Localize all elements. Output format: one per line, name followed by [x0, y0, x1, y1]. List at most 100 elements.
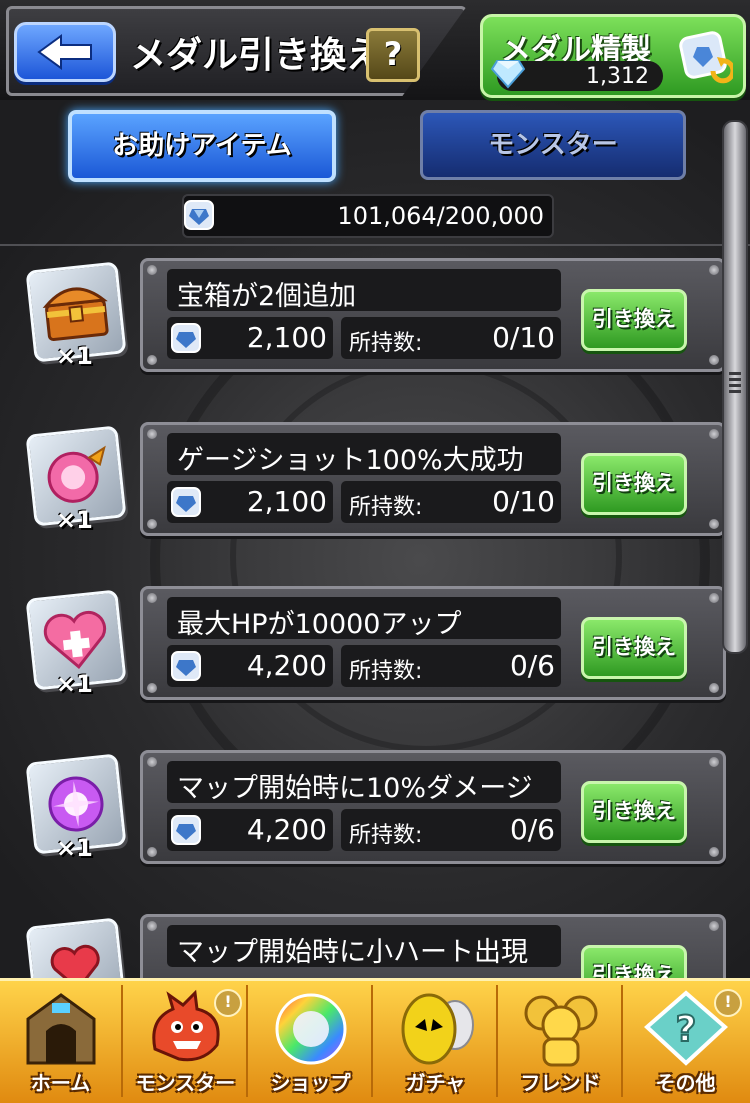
item-cost: 2,100 — [246, 485, 327, 518]
item-name-box: マップ開始時に10%ダメージ — [167, 761, 561, 804]
item-name: 最大HPが10000アップ — [177, 609, 462, 640]
item-owned-box: 所持数: 0/10 — [341, 317, 561, 359]
bottom-nav: ホーム ! モンスター ショップ ガチャ フレンド ? ! その他 — [0, 978, 750, 1103]
nav-friend[interactable]: フレンド — [500, 985, 623, 1097]
item-cost: 4,200 — [246, 649, 327, 682]
exchange-button[interactable]: 引き換え — [581, 781, 687, 843]
back-arrow-icon — [37, 34, 92, 70]
nav-gacha[interactable]: ガチャ — [375, 985, 498, 1097]
home-gate-icon — [26, 993, 96, 1065]
medal-icon — [184, 200, 214, 230]
owned-label: 所持数: — [349, 331, 423, 356]
exchange-row: ×1 ゲージショット100%大成功 2,100 所持数: 0/10 引き換え — [0, 422, 730, 552]
item-cost: 4,200 — [246, 813, 327, 846]
tab-helper-items[interactable]: お助けアイテム — [68, 110, 336, 182]
scrollbar-grip[interactable] — [729, 372, 741, 396]
item-quantity: ×1 — [56, 506, 93, 534]
rivet — [709, 265, 719, 275]
rivet — [147, 683, 157, 693]
exchange-row: ×1 マップ開始時に10%ダメージ 4,200 所持数: 0/6 引き換え — [0, 750, 730, 880]
rivet — [147, 847, 157, 857]
exchange-row: ×1 最大HPが10000アップ 4,200 所持数: 0/6 引き換え — [0, 586, 730, 716]
nav-gacha-label: ガチャ — [405, 1071, 466, 1095]
medal-icon — [171, 323, 201, 353]
diamond-icon — [491, 60, 525, 89]
item-panel: 宝箱が2個追加 2,100 所持数: 0/10 引き換え — [140, 258, 726, 372]
rivet — [147, 921, 157, 931]
exchange-button[interactable]: 引き換え — [581, 617, 687, 679]
medal-refine-icon — [679, 31, 733, 84]
item-name: マップ開始時に10%ダメージ — [177, 773, 533, 804]
nav-home[interactable]: ホーム — [0, 985, 123, 1097]
rivet — [709, 683, 719, 693]
rivet — [147, 757, 157, 767]
item-cost-box: 2,100 — [167, 317, 333, 359]
item-name-box: 宝箱が2個追加 — [167, 269, 561, 312]
nav-other[interactable]: ? ! その他 — [625, 985, 746, 1097]
nav-shop-label: ショップ — [270, 1071, 351, 1095]
item-panel: ゲージショット100%大成功 2,100 所持数: 0/10 引き換え — [140, 422, 726, 536]
nav-other-label: その他 — [655, 1071, 716, 1095]
nav-other-alert: ! — [714, 989, 742, 1017]
nav-friend-label: フレンド — [520, 1071, 601, 1095]
medal-refine-count-box: 1,312 — [491, 60, 663, 91]
tab-monster[interactable]: モンスター — [420, 110, 686, 180]
medal-icon — [171, 487, 201, 517]
item-quantity: ×1 — [56, 670, 93, 698]
item-cost-box: 2,100 — [167, 481, 333, 523]
nav-home-label: ホーム — [30, 1071, 91, 1095]
rainbow-orb-icon — [275, 993, 347, 1065]
item-name-box: 最大HPが10000アップ — [167, 597, 561, 640]
medal-refine-count: 1,312 — [586, 64, 649, 89]
owned-label: 所持数: — [349, 495, 423, 520]
page-title: メダル引き換え — [130, 35, 383, 76]
item-cost: 2,100 — [246, 321, 327, 354]
rivet — [709, 847, 719, 857]
back-button[interactable] — [14, 22, 116, 82]
owned-value: 0/6 — [509, 813, 555, 846]
medal-icon — [171, 815, 201, 845]
item-name: 宝箱が2個追加 — [177, 281, 357, 312]
item-name: マップ開始時に小ハート出現 — [177, 937, 528, 968]
nav-monster[interactable]: ! モンスター — [125, 985, 248, 1097]
owned-label: 所持数: — [349, 659, 423, 684]
owned-value: 0/10 — [492, 321, 555, 354]
medal-icon — [171, 651, 201, 681]
scrollbar[interactable] — [722, 120, 748, 654]
item-cost-box: 4,200 — [167, 809, 333, 851]
top-bar: メダル引き換え ? メダル精製 1,312 — [0, 0, 750, 100]
friends-icon — [524, 995, 598, 1067]
rivet — [147, 429, 157, 439]
owned-label: 所持数: — [349, 823, 423, 848]
rivet — [709, 593, 719, 603]
divider — [0, 244, 750, 246]
rivet — [709, 429, 719, 439]
item-quantity: ×1 — [56, 342, 93, 370]
item-owned-box: 所持数: 0/6 — [341, 645, 561, 687]
item-panel: マップ開始時に10%ダメージ 4,200 所持数: 0/6 引き換え — [140, 750, 726, 864]
svg-text:?: ? — [676, 1009, 697, 1050]
owned-value: 0/6 — [509, 649, 555, 682]
medal-total-value: 101,064/200,000 — [337, 202, 544, 230]
item-cost-box: 4,200 — [167, 645, 333, 687]
nav-shop[interactable]: ショップ — [250, 985, 373, 1097]
medal-refine-button[interactable]: メダル精製 1,312 — [480, 14, 746, 98]
help-button[interactable]: ? — [366, 28, 420, 82]
rivet — [147, 355, 157, 365]
item-owned-box: 所持数: 0/6 — [341, 809, 561, 851]
medal-total-box: 101,064/200,000 — [182, 194, 554, 238]
egg-icon — [401, 993, 474, 1065]
rivet — [709, 355, 719, 365]
item-name-box: ゲージショット100%大成功 — [167, 433, 561, 476]
rivet — [147, 265, 157, 275]
exchange-button[interactable]: 引き換え — [581, 453, 687, 515]
rivet — [147, 593, 157, 603]
rivet — [709, 921, 719, 931]
item-owned-box: 所持数: 0/10 — [341, 481, 561, 523]
nav-monster-alert: ! — [214, 989, 242, 1017]
exchange-row: ×1 宝箱が2個追加 2,100 所持数: 0/10 引き換え — [0, 258, 730, 388]
nav-monster-label: モンスター — [135, 1071, 236, 1095]
exchange-button[interactable]: 引き換え — [581, 289, 687, 351]
item-quantity: ×1 — [56, 834, 93, 862]
item-name-box: マップ開始時に小ハート出現 — [167, 925, 561, 968]
